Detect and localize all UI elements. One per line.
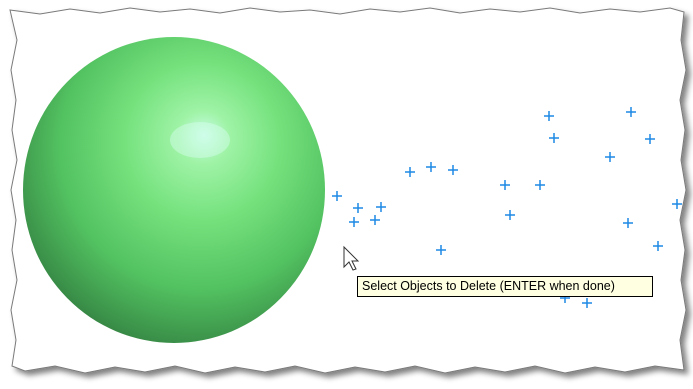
green-sphere[interactable]	[23, 37, 325, 343]
drawing-canvas[interactable]	[0, 0, 693, 389]
delete-prompt-tooltip: Select Objects to Delete (ENTER when don…	[357, 276, 653, 297]
cad-viewport-window: Select Objects to Delete (ENTER when don…	[0, 0, 693, 389]
